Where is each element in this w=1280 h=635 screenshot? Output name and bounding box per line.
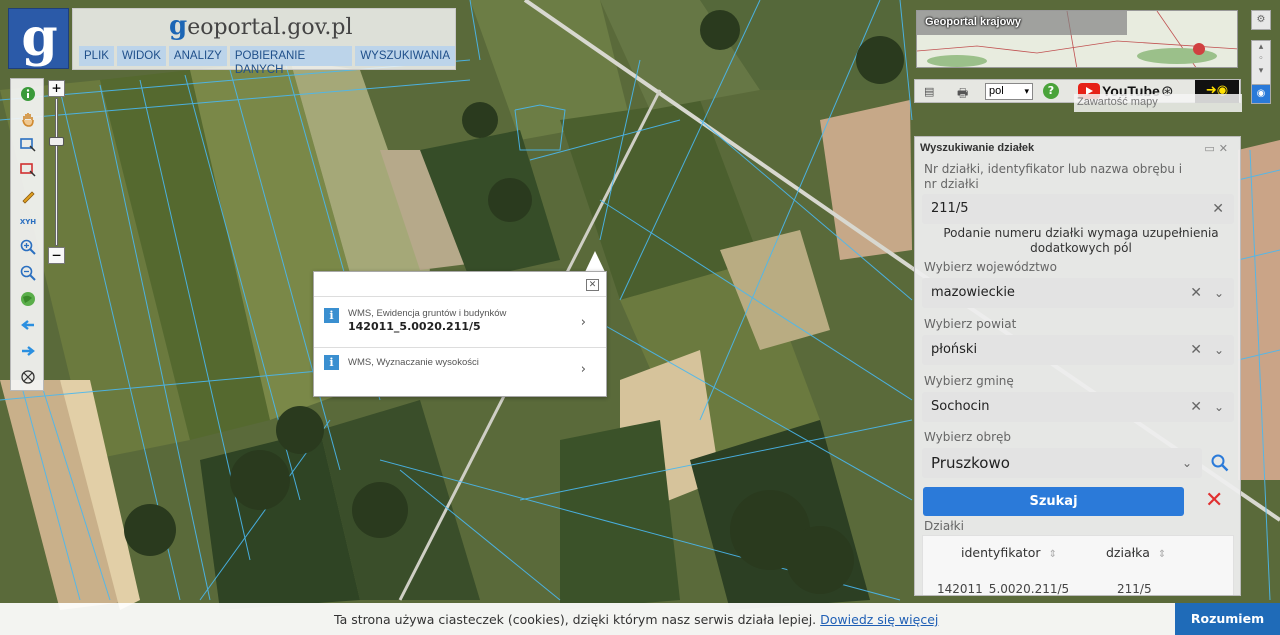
- document-icon[interactable]: ▤: [924, 85, 934, 98]
- popup-close-button[interactable]: ✕: [586, 279, 599, 291]
- zoom-in-icon[interactable]: [18, 237, 38, 257]
- select-rectangle-icon[interactable]: [18, 135, 38, 155]
- menu-plik[interactable]: PLIK: [79, 46, 114, 66]
- feature-info-popup: ✕ i WMS, Ewidencja gruntów i budynków 14…: [313, 271, 607, 397]
- select-remove-icon[interactable]: [18, 160, 38, 180]
- info-square-icon: i: [324, 308, 339, 323]
- language-value: pol: [989, 85, 1004, 97]
- chevron-down-icon[interactable]: ⌄: [1182, 448, 1192, 478]
- zoom-out-button[interactable]: −: [48, 247, 65, 264]
- eye-visibility-icon[interactable]: ◉: [1251, 84, 1271, 104]
- arrow-forward-icon[interactable]: [18, 341, 38, 361]
- chevron-down-icon[interactable]: ⌄: [1214, 278, 1224, 308]
- chevron-down-icon: ▾: [1024, 86, 1029, 96]
- info-icon[interactable]: [18, 84, 38, 104]
- voivodeship-value: mazowieckie: [931, 285, 1015, 300]
- clear-icon[interactable]: ✕: [1190, 278, 1202, 308]
- precinct-select[interactable]: Pruszkowo ⌄: [922, 448, 1202, 478]
- parcel-number-input[interactable]: 211/5 ✕: [922, 194, 1234, 224]
- popup-row-egib[interactable]: i WMS, Ewidencja gruntów i budynków 1420…: [314, 298, 606, 348]
- required-fields-note: Podanie numeru działki wymaga uzupełnien…: [943, 226, 1219, 255]
- popup-parcel-id: 142011_5.0020.211/5: [348, 320, 481, 333]
- xyh-coordinates-icon[interactable]: XYH: [18, 212, 38, 232]
- menu-wyszukiwania[interactable]: WYSZUKIWANIA: [355, 46, 455, 66]
- panel-window-controls[interactable]: ▭✕: [1204, 142, 1232, 155]
- popup-row-height[interactable]: i WMS, Wyznaczanie wysokości ›: [314, 348, 606, 398]
- printer-icon[interactable]: 🖶: [957, 84, 968, 105]
- pencil-icon[interactable]: [18, 186, 38, 206]
- result-plot[interactable]: 211/5: [1117, 582, 1152, 595]
- geoportal-logo[interactable]: g: [8, 8, 69, 69]
- sort-icon: ⇕: [1157, 549, 1167, 560]
- column-header-plot[interactable]: działka ⇕: [1106, 545, 1166, 560]
- popup-divider: [314, 296, 606, 297]
- chevron-right-icon: ›: [580, 315, 586, 330]
- clear-icon[interactable]: ✕: [1190, 335, 1202, 365]
- overview-toggle-button[interactable]: ▴ ◦ ▾: [1251, 40, 1271, 88]
- clear-icon[interactable]: ✕: [1190, 392, 1202, 422]
- commune-label: Wybierz gminę: [924, 374, 1014, 388]
- parcel-search-panel: Wyszukiwanie działek ▭✕ Nr działki, iden…: [914, 136, 1241, 596]
- cookie-accept-button[interactable]: Rozumiem: [1175, 603, 1280, 635]
- county-select[interactable]: płoński ✕ ⌄: [922, 335, 1234, 365]
- cookie-text-wrap: Ta strona używa ciasteczek (cookies), dz…: [334, 612, 938, 627]
- site-title: geoportal.gov.pl: [169, 11, 353, 41]
- parcel-number-label: Nr działki, identyfikator lub nazwa obrę…: [924, 162, 1183, 191]
- parcel-number-value: 211/5: [931, 201, 969, 216]
- chevron-down-icon[interactable]: ⌄: [1214, 335, 1224, 365]
- zoom-slider-handle[interactable]: [49, 137, 64, 146]
- commune-select[interactable]: Sochocin ✕ ⌄: [922, 392, 1234, 422]
- gear-icon[interactable]: ⚙: [1251, 10, 1271, 30]
- popup-pointer: [585, 251, 605, 272]
- overview-title: Geoportal krajowy: [925, 16, 1021, 28]
- search-button[interactable]: Szukaj: [923, 487, 1184, 516]
- popup-layer-name: WMS, Wyznaczanie wysokości: [348, 357, 479, 368]
- crosshair-icon[interactable]: [18, 367, 38, 387]
- map-content-label[interactable]: Zawartość mapy: [1074, 94, 1242, 112]
- overview-map[interactable]: Geoportal krajowy: [916, 10, 1238, 68]
- zoom-slider-track[interactable]: [55, 98, 58, 246]
- cookie-banner: Ta strona używa ciasteczek (cookies), dz…: [0, 603, 1280, 635]
- precinct-label: Wybierz obręb: [924, 430, 1012, 444]
- menu-analizy[interactable]: ANALIZY: [168, 46, 227, 66]
- results-label: Działki: [924, 519, 964, 533]
- cookie-message: Ta strona używa ciasteczek (cookies), dz…: [334, 612, 817, 627]
- column-header-identifier[interactable]: identyfikator ⇕: [961, 545, 1057, 560]
- commune-value: Sochocin: [931, 399, 990, 414]
- globe-icon[interactable]: [18, 289, 38, 309]
- popup-layer-name: WMS, Ewidencja gruntów i budynków: [348, 308, 507, 319]
- results-table: identyfikator ⇕ działka ⇕ 142011_5.0020.21…: [922, 535, 1234, 595]
- county-value: płoński: [931, 342, 978, 357]
- map-tools-toolbar: XYH: [10, 78, 44, 391]
- language-select[interactable]: pol ▾: [985, 83, 1033, 100]
- clear-icon[interactable]: ✕: [1212, 194, 1224, 224]
- info-square-icon: i: [324, 355, 339, 370]
- precinct-value: Pruszkowo: [931, 454, 1010, 472]
- zoom-in-button[interactable]: +: [48, 80, 65, 97]
- menu-widok[interactable]: WIDOK: [116, 46, 166, 66]
- chevron-right-icon: ›: [580, 362, 586, 377]
- main-menu: PLIK WIDOK ANALIZY POBIERANIE DANYCH WYS…: [79, 46, 455, 76]
- zoom-out-icon[interactable]: [18, 263, 38, 283]
- hand-pan-icon[interactable]: [18, 109, 38, 129]
- voivodeship-label: Wybierz województwo: [924, 260, 1057, 274]
- search-icon[interactable]: [1211, 454, 1229, 472]
- menu-pobieranie-danych[interactable]: POBIERANIE DANYCH: [229, 46, 353, 76]
- chevron-down-icon[interactable]: ⌄: [1214, 392, 1224, 422]
- arrow-back-icon[interactable]: [18, 315, 38, 335]
- sort-icon: ⇕: [1048, 549, 1057, 560]
- county-label: Wybierz powiat: [924, 317, 1017, 331]
- zoom-slider[interactable]: + −: [48, 78, 66, 268]
- clear-form-icon[interactable]: ✕: [1205, 490, 1223, 512]
- voivodeship-select[interactable]: mazowieckie ✕ ⌄: [922, 278, 1234, 308]
- result-identifier[interactable]: 142011_5.0020.211/5: [937, 582, 1069, 595]
- cookie-more-link[interactable]: Dowiedz się więcej: [820, 612, 938, 627]
- panel-title: Wyszukiwanie działek: [920, 142, 1035, 154]
- help-icon[interactable]: ?: [1043, 83, 1059, 99]
- header-bar: geoportal.gov.pl PLIK WIDOK ANALIZY POBI…: [72, 8, 456, 76]
- logo-letter: g: [21, 7, 58, 68]
